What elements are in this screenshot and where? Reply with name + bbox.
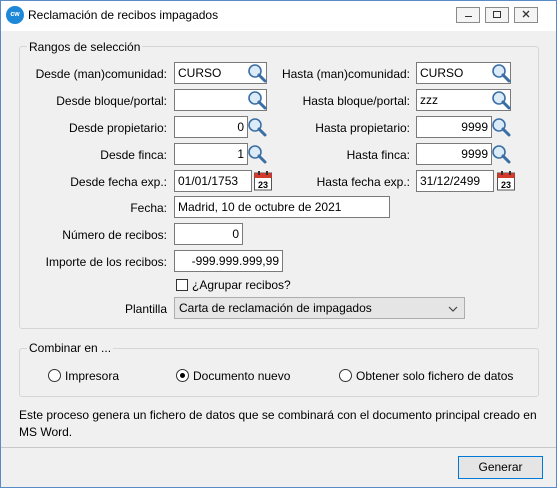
combine-legend: Combinar en ...	[27, 341, 114, 355]
window-title: Reclamación de recibos impagados	[28, 8, 219, 22]
minimize-button[interactable]	[456, 7, 480, 23]
to-property-field[interactable]: 9999	[416, 143, 492, 165]
from-block-label: Desde bloque/portal:	[56, 94, 167, 108]
maximize-icon	[493, 11, 501, 18]
to-owner-label: Hasta propietario:	[315, 121, 410, 135]
group-receipts-label[interactable]: ¿Agrupar recibos?	[192, 278, 291, 292]
group-receipts-checkbox[interactable]	[176, 279, 188, 291]
radio-printer[interactable]	[48, 369, 61, 382]
radio-selected-dot	[180, 373, 185, 378]
template-select[interactable]: Carta de reclamación de impagados	[174, 297, 465, 319]
calendar-day-label: 23	[258, 180, 268, 190]
close-icon	[522, 10, 530, 18]
radio-new-document-label[interactable]: Documento nuevo	[193, 369, 290, 383]
from-property-label: Desde finca:	[100, 148, 167, 162]
maximize-button[interactable]	[485, 7, 509, 23]
from-date-field[interactable]: 01/01/1753	[174, 170, 252, 192]
close-button[interactable]	[514, 7, 538, 23]
search-icon[interactable]	[490, 89, 512, 111]
calendar-day-label: 23	[501, 180, 511, 190]
dialog-window: cw Reclamación de recibos impagados Rang…	[0, 0, 557, 488]
to-date-label: Hasta fecha exp.:	[316, 175, 410, 189]
calendar-icon[interactable]: 23	[253, 170, 273, 192]
ranges-legend: Rangos de selección	[27, 40, 143, 54]
receipts-count-label: Número de recibos:	[62, 228, 167, 242]
minimize-icon	[465, 16, 472, 17]
date-label: Fecha:	[130, 201, 167, 215]
search-icon[interactable]	[490, 62, 512, 84]
radio-data-file-only[interactable]	[339, 369, 352, 382]
from-property-field[interactable]: 1	[174, 143, 248, 165]
chevron-down-icon	[448, 306, 458, 312]
from-owner-label: Desde propietario:	[68, 121, 167, 135]
to-owner-field[interactable]: 9999	[416, 116, 492, 138]
search-icon[interactable]	[490, 143, 512, 165]
from-community-label: Desde (man)comunidad:	[35, 67, 167, 81]
to-block-label: Hasta bloque/portal:	[302, 94, 410, 108]
calendar-icon[interactable]: 23	[496, 170, 516, 192]
date-field[interactable]: Madrid, 10 de octubre de 2021	[174, 196, 390, 218]
from-owner-field[interactable]: 0	[174, 116, 248, 138]
receipts-amount-label: Importe de los recibos:	[45, 255, 167, 269]
search-icon[interactable]	[490, 116, 512, 138]
title-bar[interactable]: cw Reclamación de recibos impagados	[1, 1, 556, 31]
to-community-label: Hasta (man)comunidad:	[281, 67, 410, 81]
search-icon[interactable]	[246, 89, 268, 111]
radio-data-file-only-label[interactable]: Obtener solo fichero de datos	[356, 369, 513, 383]
search-icon[interactable]	[246, 143, 268, 165]
search-icon[interactable]	[246, 116, 268, 138]
radio-new-document[interactable]	[176, 369, 189, 382]
search-icon[interactable]	[246, 62, 268, 84]
generate-button[interactable]: Generar	[458, 456, 543, 479]
template-selected-value: Carta de reclamación de impagados	[179, 301, 372, 315]
template-label: Plantilla	[124, 302, 167, 316]
info-text: Este proceso genera un fichero de datos …	[19, 408, 537, 439]
radio-printer-label[interactable]: Impresora	[65, 369, 119, 383]
footer-divider	[1, 447, 556, 448]
from-date-label: Desde fecha exp.:	[70, 175, 167, 189]
to-property-label: Hasta finca:	[346, 148, 410, 162]
receipts-amount-field[interactable]: -999.999.999,99	[174, 250, 283, 272]
app-icon: cw	[6, 6, 24, 24]
receipts-count-field[interactable]: 0	[174, 223, 243, 245]
to-date-field[interactable]: 31/12/2499	[416, 170, 494, 192]
